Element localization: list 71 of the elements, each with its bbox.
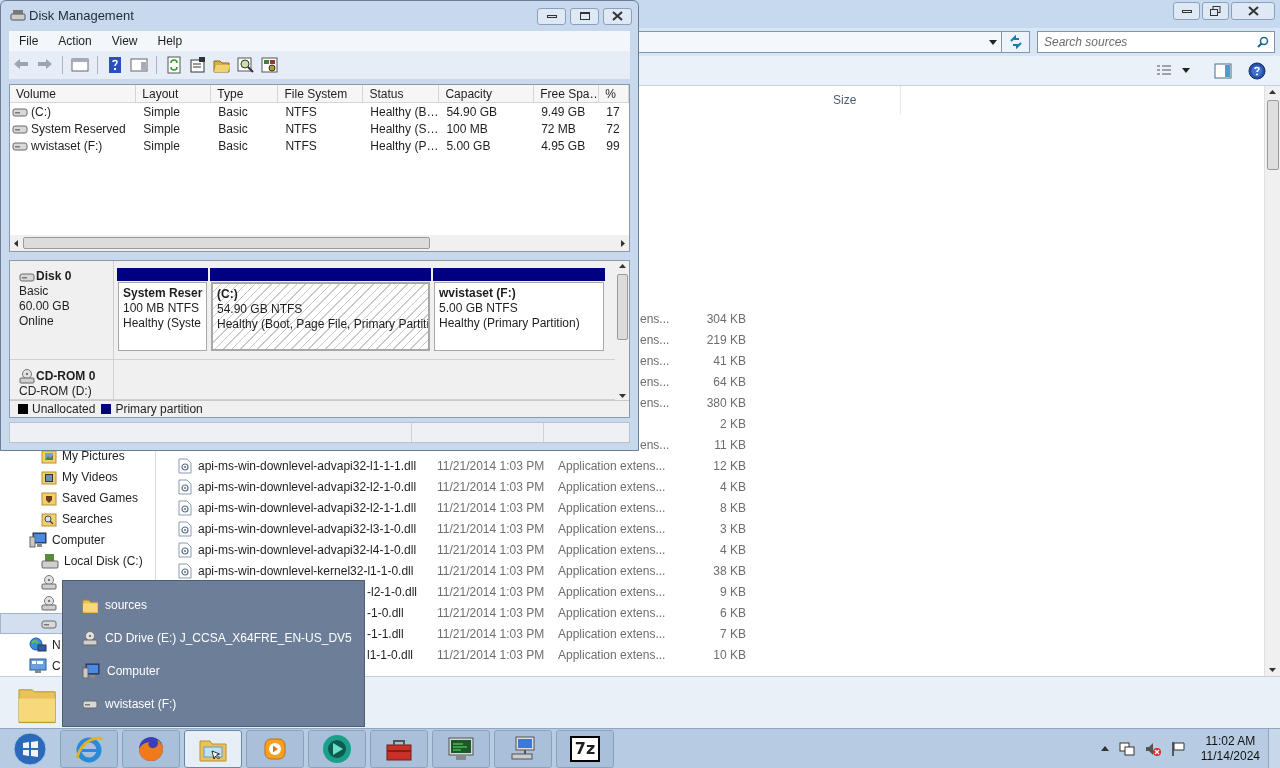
table-cell: 4.95 GB	[541, 137, 586, 154]
file-date: 11/21/2014 1:03 PM	[437, 479, 545, 494]
table-cell: 72 MB	[541, 120, 576, 137]
file-type: Application extens...	[558, 521, 666, 536]
file-date: 11/21/2014 1:03 PM	[437, 458, 545, 473]
legend-label: Unallocated	[32, 401, 96, 418]
file-type: ens...	[640, 395, 670, 410]
file-size: 12 KB	[713, 458, 746, 473]
file-size: 64 KB	[713, 374, 746, 389]
window-title: Disk Management	[29, 7, 134, 26]
file-size: 6 KB	[720, 605, 746, 620]
file-size: 8 KB	[720, 500, 746, 515]
table-cell: System Reserved	[31, 120, 126, 137]
file-type: ens...	[640, 437, 670, 452]
file-type: ens...	[640, 332, 670, 347]
table-cell: 72	[606, 120, 620, 137]
file-size: 3 KB	[720, 521, 746, 536]
file-size: 7 KB	[720, 626, 746, 641]
table-cell: Basic	[218, 120, 248, 137]
file-type: Application extens...	[558, 458, 666, 473]
file-size: 380 KB	[706, 395, 746, 410]
table-cell: 100 MB	[446, 120, 488, 137]
file-size: 2 KB	[720, 416, 746, 431]
file-date: 11/21/2014 1:03 PM	[437, 647, 545, 662]
file-size: 11 KB	[714, 437, 746, 452]
archiver-logo: 7z	[570, 735, 600, 762]
file-type: Application extens...	[558, 647, 666, 662]
table-cell: NTFS	[285, 103, 317, 120]
table-cell: Healthy (B…	[370, 103, 439, 120]
file-size: 9 KB	[720, 584, 746, 599]
file-type: ens...	[640, 374, 670, 389]
table-cell: Simple	[143, 137, 180, 154]
table-cell: 17	[606, 103, 620, 120]
file-date: 11/21/2014 1:03 PM	[437, 605, 545, 620]
file-type: Application extens...	[558, 563, 666, 578]
file-size: 219 KB	[706, 332, 746, 347]
file-size: 38 KB	[713, 563, 746, 578]
file-type: ens...	[640, 311, 670, 326]
file-date: 11/21/2014 1:03 PM	[437, 563, 545, 578]
file-size: 304 KB	[706, 311, 746, 326]
table-cell: Simple	[143, 120, 180, 137]
file-date: 11/21/2014 1:03 PM	[437, 500, 545, 515]
file-type: Application extens...	[558, 542, 666, 557]
file-date: 11/21/2014 1:03 PM	[437, 542, 545, 557]
table-cell: 99	[606, 137, 620, 154]
file-size: 4 KB	[720, 479, 746, 494]
file-type: Application extens...	[558, 500, 666, 515]
table-cell: Basic	[218, 137, 248, 154]
table-cell: (C:)	[31, 103, 51, 120]
table-cell: wvistaset (F:)	[31, 137, 103, 154]
table-cell: Simple	[143, 103, 180, 120]
table-cell: NTFS	[285, 137, 317, 154]
file-type: Application extens...	[558, 605, 666, 620]
table-cell: Healthy (P…	[370, 137, 439, 154]
file-type: Application extens...	[558, 479, 666, 494]
table-cell: 9.49 GB	[541, 103, 586, 120]
file-type: Application extens...	[558, 626, 666, 641]
table-cell: NTFS	[285, 120, 317, 137]
file-date: 11/21/2014 1:03 PM	[437, 584, 545, 599]
file-type: ens...	[640, 353, 670, 368]
table-cell: 5.00 GB	[446, 137, 491, 154]
file-type: Application extens...	[558, 584, 666, 599]
legend-label: Primary partition	[115, 401, 203, 418]
file-size: 4 KB	[720, 542, 746, 557]
table-cell: Healthy (S…	[370, 120, 439, 137]
table-cell: Basic	[218, 103, 248, 120]
file-date: 11/21/2014 1:03 PM	[437, 626, 545, 641]
file-date: 11/21/2014 1:03 PM	[437, 521, 545, 536]
file-size: 41 KB	[713, 353, 746, 368]
file-size: 10 KB	[713, 647, 746, 662]
table-cell: 54.90 GB	[446, 103, 498, 120]
